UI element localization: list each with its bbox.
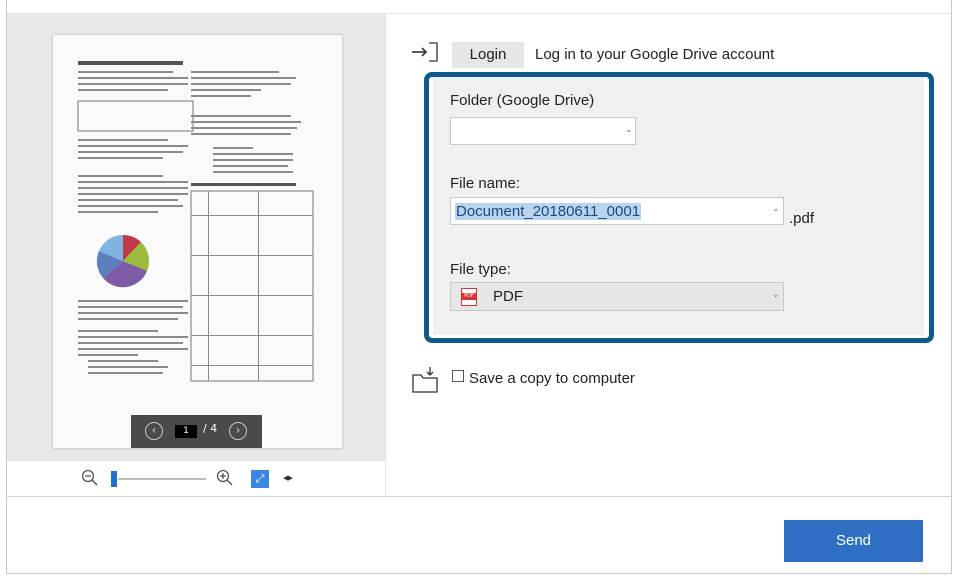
login-icon [410,41,440,63]
folder-label: Folder (Google Drive) [450,92,595,109]
chevron-down-icon: ⌄ [625,125,633,135]
next-page-button[interactable]: › [229,422,247,440]
footer-divider [7,496,951,497]
file-name-input[interactable]: Document_20180611_0001 ⌄ [450,197,784,225]
file-name-label: File name: [450,175,521,192]
current-page-field[interactable]: 1 [175,425,197,438]
document-preview [53,35,342,448]
folder-select[interactable]: ⌄ [450,117,636,145]
login-button[interactable]: Login [452,42,524,68]
fit-width-icon[interactable]: ◂▸ [283,471,293,484]
total-pages-label: / 4 [203,422,218,435]
fit-page-icon[interactable]: ⤢ [251,470,269,488]
chevron-down-icon[interactable]: ⌄ [772,204,780,214]
prev-page-button[interactable]: ‹ [145,422,163,440]
chevron-down-icon: ⌄ [772,290,780,300]
zoom-out-icon[interactable] [81,469,99,491]
save-to-computer-icon [411,366,439,394]
save-copy-checkbox[interactable] [452,370,464,382]
file-type-label: File type: [450,261,511,278]
pdf-file-icon: PDF [461,288,477,306]
zoom-in-icon[interactable] [216,469,234,491]
login-description: Log in to your Google Drive account [535,46,775,63]
page-navigator: ‹ 1 / 4 › [131,415,262,448]
file-extension: .pdf [789,210,815,227]
zoom-slider-thumb[interactable] [111,471,117,487]
panel-divider [385,14,386,496]
document-thumbnail [77,61,314,382]
file-type-select[interactable]: PDF PDF ⌄ [450,282,784,311]
file-type-value: PDF [493,288,523,305]
zoom-slider-track[interactable] [118,478,206,480]
file-name-value: Document_20180611_0001 [455,203,642,220]
save-copy-label[interactable]: Save a copy to computer [469,370,635,387]
send-button[interactable]: Send [784,520,923,562]
